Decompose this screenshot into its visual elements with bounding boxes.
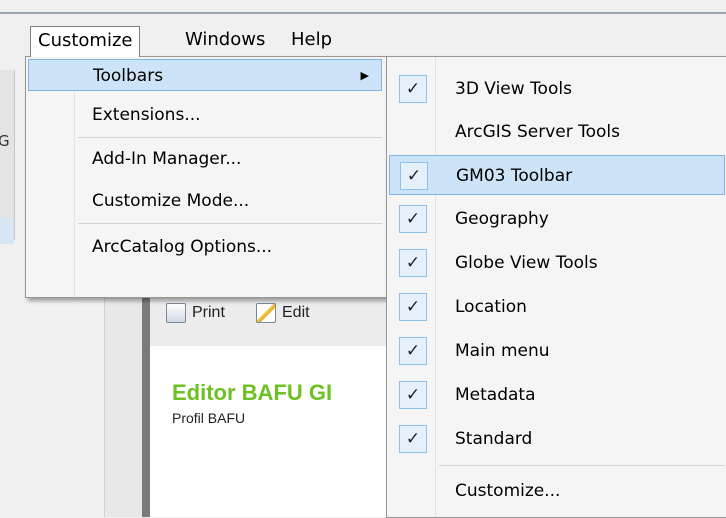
submenu-item-standard[interactable]: ✓ Standard [389,419,725,459]
menu-item-arccatalog-options[interactable]: ArcCatalog Options... [28,231,382,263]
menu-item-label: ArcCatalog Options... [92,237,273,257]
submenu-item-label: Location [455,297,527,317]
window-top-border [0,12,726,14]
customize-menu: Toolbars ▶ Extensions... Add-In Manager.… [25,56,387,298]
printer-icon [166,303,186,323]
document-subtitle: Profil BAFU [172,410,246,426]
menu-customize[interactable]: Customize [30,26,141,57]
menu-windows[interactable]: Windows [178,26,272,56]
submenu-item-label: Standard [455,429,533,449]
submenu-item-metadata[interactable]: ✓ Metadata [389,375,725,415]
menu-item-label: Extensions... [92,105,201,125]
menu-item-label: Toolbars [93,66,164,86]
arrow-right-icon: ▶ [360,69,369,82]
left-panel-text-fragment: G [0,132,10,150]
check-icon: ✓ [399,293,427,321]
submenu-item-label: ArcGIS Server Tools [455,122,621,142]
toolbars-submenu: ✓ 3D View Tools ArcGIS Server Tools ✓ GM… [386,56,726,518]
check-icon: ✓ [399,75,427,103]
menu-item-label: Customize Mode... [92,191,250,211]
submenu-item-label: Geography [455,209,549,229]
panel-divider [142,280,150,517]
menu-separator [78,137,382,138]
check-icon: ✓ [400,162,428,190]
menu-item-customize-mode[interactable]: Customize Mode... [28,185,382,217]
document-body [150,346,390,517]
menu-item-toolbars[interactable]: Toolbars ▶ [28,59,382,91]
check-icon: ✓ [399,205,427,233]
menu-item-add-in-manager[interactable]: Add-In Manager... [28,143,382,175]
print-button-label: Print [192,304,225,321]
submenu-item-main-menu[interactable]: ✓ Main menu [389,331,725,371]
submenu-item-gm03-toolbar[interactable]: ✓ GM03 Toolbar [389,155,725,195]
check-icon: ✓ [399,381,427,409]
check-icon: ✓ [399,425,427,453]
submenu-item-label: 3D View Tools [455,79,572,99]
document-toolbar: Print Edit [150,290,390,347]
left-panel-selected-row [0,218,14,244]
menu-separator [78,223,382,224]
submenu-item-label: Main menu [455,341,550,361]
edit-button-label: Edit [282,304,310,321]
submenu-item-location[interactable]: ✓ Location [389,287,725,327]
menu-help[interactable]: Help [284,26,339,56]
submenu-item-arcgis-server-tools[interactable]: ArcGIS Server Tools [389,112,725,152]
print-button[interactable]: Print [166,300,225,326]
submenu-item-label: GM03 Toolbar [456,166,573,186]
menu-bar: Customize Windows Help [0,16,726,60]
edit-button[interactable]: Edit [256,300,310,326]
check-icon: ✓ [399,337,427,365]
submenu-item-customize[interactable]: Customize... [389,471,725,511]
edit-icon [256,303,276,323]
submenu-item-label: Metadata [455,385,536,405]
menu-item-label: Add-In Manager... [92,149,242,169]
submenu-item-geography[interactable]: ✓ Geography [389,199,725,239]
submenu-item-globe-view-tools[interactable]: ✓ Globe View Tools [389,243,725,283]
document-title: Editor BAFU GI [172,380,333,405]
submenu-item-3d-view-tools[interactable]: ✓ 3D View Tools [389,69,725,109]
submenu-item-label: Customize... [455,481,561,501]
submenu-separator [439,465,725,466]
left-panel-edge: G [0,70,15,244]
check-icon: ✓ [399,249,427,277]
menu-item-extensions[interactable]: Extensions... [28,99,382,131]
submenu-item-label: Globe View Tools [455,253,598,273]
panel-splitter [104,280,143,517]
